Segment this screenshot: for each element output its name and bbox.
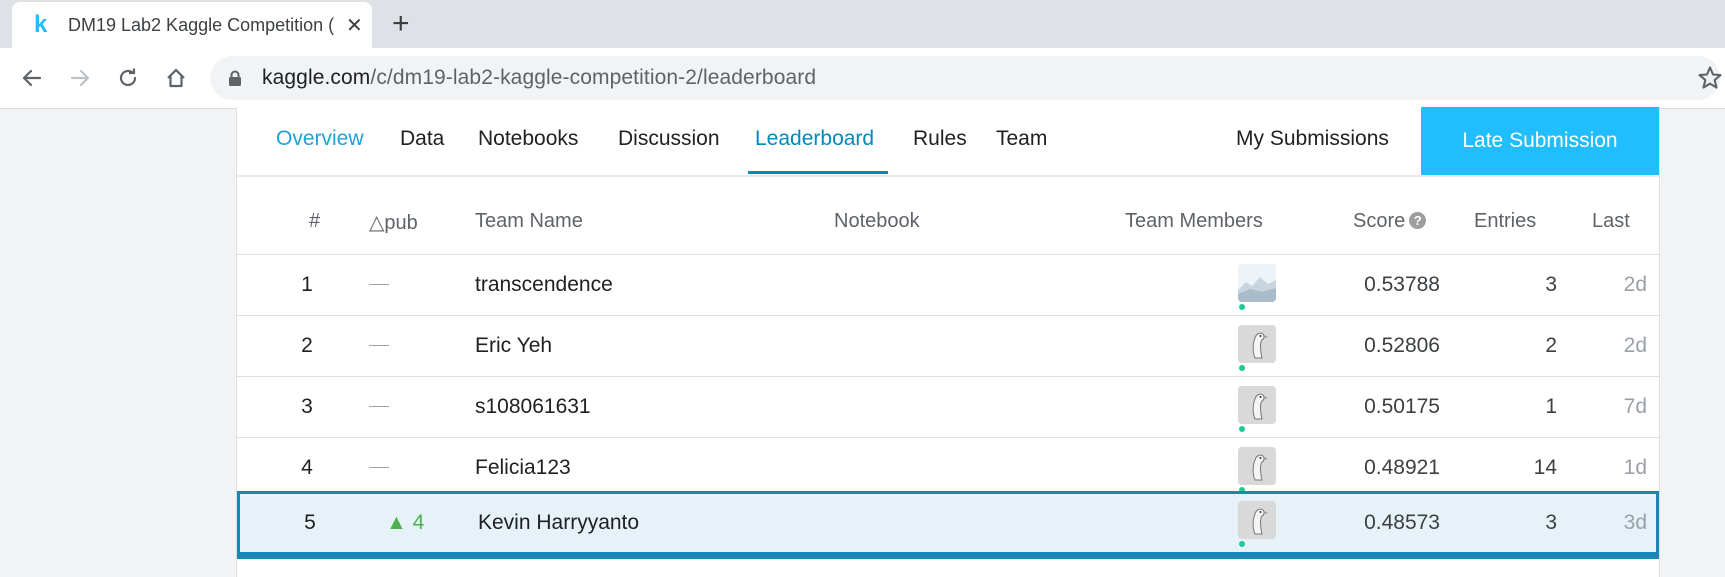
back-arrow-icon [22,69,42,87]
no-change-dash [369,406,389,407]
tab-rules[interactable]: Rules [913,127,967,151]
rank-cell: 5 [304,511,316,534]
tab-notebooks[interactable]: Notebooks [478,127,578,151]
last-cell: 2d [1623,334,1647,357]
leaderboard-row[interactable]: 3 s108061631 0.50175 1 7d [237,377,1659,438]
score-cell: 0.52806 [1364,334,1440,357]
my-submissions-link[interactable]: My Submissions [1236,127,1389,151]
forward-button[interactable] [62,60,98,96]
header-notebook[interactable]: Notebook [834,210,920,233]
goose-avatar[interactable] [1238,386,1276,424]
entries-cell: 1 [1545,395,1557,418]
online-status-dot [1239,304,1245,310]
score-cell: 0.48921 [1364,456,1440,479]
no-change-dash [369,467,389,468]
last-cell: 1d [1623,456,1647,479]
reload-button[interactable] [110,60,146,96]
header-team-name[interactable]: Team Name [475,210,583,233]
entries-cell: 3 [1545,273,1557,296]
tab-overview[interactable]: Overview [276,127,364,151]
tab-leaderboard[interactable]: Leaderboard [755,127,874,151]
kaggle-favicon-icon: k [34,11,48,38]
team-name-cell[interactable]: Kevin Harryyanto [478,511,639,535]
rank-change-up: ▲ 4 [386,511,425,534]
competition-panel: Overview Data Notebooks Discussion Leade… [236,107,1660,577]
back-button[interactable] [14,60,50,96]
leaderboard-row[interactable]: 1 transcendence 0.53788 3 2d [237,255,1659,316]
online-status-dot [1239,365,1245,371]
header-last[interactable]: Last [1592,210,1630,233]
last-cell: 3d [1623,511,1647,534]
help-icon[interactable]: ? [1409,212,1427,229]
team-name-cell[interactable]: s108061631 [475,395,591,419]
header-score-label: Score [1353,210,1406,232]
browser-tab-strip: k DM19 Lab2 Kaggle Competition ( ✕ + [0,0,1725,48]
header-delta[interactable]: △pub [369,210,418,235]
late-submission-button[interactable]: Late Submission [1421,107,1659,175]
rank-cell: 1 [301,273,313,296]
rank-cell: 3 [301,395,313,418]
goose-avatar[interactable] [1238,501,1276,539]
score-cell: 0.53788 [1364,273,1440,296]
entries-cell: 3 [1545,511,1557,534]
forward-arrow-icon [70,69,90,87]
team-name-cell[interactable]: transcendence [475,273,613,297]
active-tab-underline [748,171,888,174]
score-cell: 0.48573 [1364,511,1440,534]
browser-toolbar: kaggle.com/c/dm19-lab2-kaggle-competitio… [0,48,1725,109]
rank-cell: 2 [301,334,313,357]
competition-nav: Overview Data Notebooks Discussion Leade… [237,107,1659,177]
reload-icon [119,68,137,87]
no-change-dash [369,345,389,346]
no-change-dash [369,284,389,285]
home-icon [167,68,185,88]
url-path: /c/dm19-lab2-kaggle-competition-2/leader… [370,66,817,89]
header-rank[interactable]: # [309,210,320,233]
leaderboard-row[interactable]: 2 Eric Yeh 0.52806 2 2d [237,316,1659,377]
entries-cell: 2 [1545,334,1557,357]
leaderboard-header: # △pub Team Name Notebook Team Members S… [237,176,1659,255]
new-tab-button[interactable]: + [392,6,410,42]
home-button[interactable] [158,60,194,96]
lock-icon [229,70,241,86]
highlight-bottom-bar [237,553,1659,559]
header-team-members: Team Members [1125,210,1263,232]
last-cell: 7d [1623,395,1647,418]
url-host: kaggle.com [262,66,371,89]
rank-cell: 4 [301,456,313,479]
score-cell: 0.50175 [1364,395,1440,418]
tab-title: DM19 Lab2 Kaggle Competition ( [68,14,335,35]
entries-cell: 14 [1533,456,1557,479]
leaderboard-row-highlighted[interactable]: 5 ▲ 4 Kevin Harryyanto 0.48573 3 3d [237,491,1659,555]
team-name-cell[interactable]: Eric Yeh [475,334,552,358]
header-entries[interactable]: Entries [1474,210,1536,233]
last-cell: 2d [1623,273,1647,296]
team-name-cell[interactable]: Felicia123 [475,456,571,480]
online-status-dot [1239,541,1245,547]
landscape-avatar[interactable] [1238,264,1276,302]
tab-data[interactable]: Data [400,127,444,151]
address-bar[interactable]: kaggle.com/c/dm19-lab2-kaggle-competitio… [210,56,1722,100]
bookmark-star-icon[interactable] [1696,64,1724,92]
goose-avatar[interactable] [1238,325,1276,363]
leaderboard-row[interactable]: 4 Felicia123 0.48921 14 1d [237,438,1659,499]
goose-avatar[interactable] [1238,447,1276,485]
browser-tab[interactable]: k DM19 Lab2 Kaggle Competition ( ✕ [12,2,372,48]
close-tab-icon[interactable]: ✕ [346,13,363,38]
page-content: Overview Data Notebooks Discussion Leade… [0,107,1725,577]
url-text: kaggle.com/c/dm19-lab2-kaggle-competitio… [262,66,816,90]
online-status-dot [1239,426,1245,432]
tab-team[interactable]: Team [996,127,1047,151]
header-score[interactable]: Score? [1353,210,1427,233]
tab-discussion[interactable]: Discussion [618,127,720,151]
